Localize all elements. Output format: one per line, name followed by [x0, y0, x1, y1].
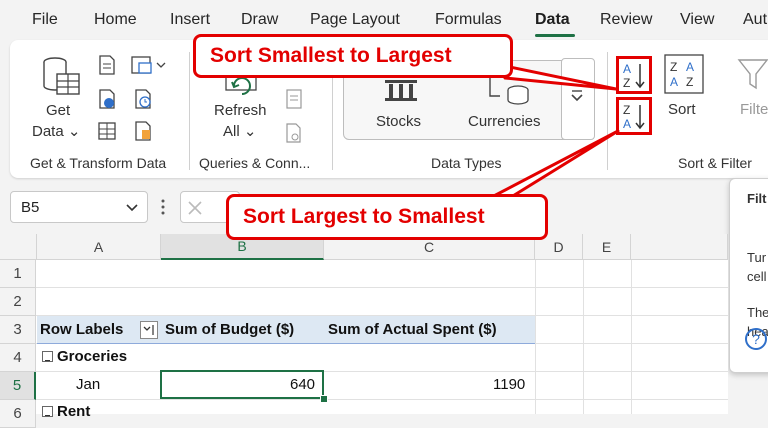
- callout-sort-descending: Sort Largest to Smallest: [226, 194, 548, 240]
- callout-sort-ascending: Sort Smallest to Largest: [193, 34, 513, 78]
